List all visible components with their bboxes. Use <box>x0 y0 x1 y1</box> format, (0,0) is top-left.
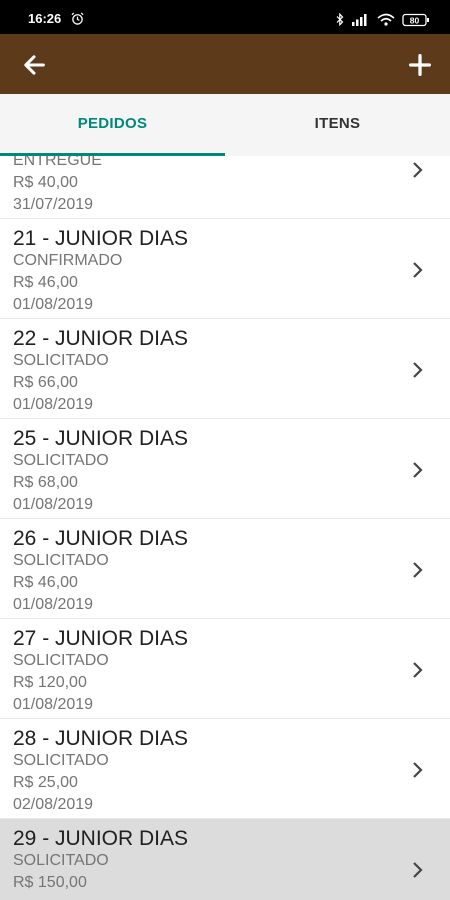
order-date: 01/08/2019 <box>13 496 94 513</box>
order-title: 29 - JUNIOR DIAS <box>13 827 189 850</box>
order-title: 22 - JUNIOR DIAS <box>13 327 189 350</box>
battery-level: 80 <box>410 15 420 25</box>
order-status: SOLICITADO <box>13 652 109 669</box>
alarm-icon <box>71 12 84 25</box>
chevron-right-icon <box>413 262 423 278</box>
chevron-right-icon <box>413 762 423 778</box>
order-status: ENTREGUE <box>13 156 102 169</box>
order-date: 01/08/2019 <box>13 596 94 613</box>
order-value: R$ 25,00 <box>13 774 78 791</box>
order-title: 21 - JUNIOR DIAS <box>13 227 189 250</box>
order-title: 25 - JUNIOR DIAS <box>13 427 189 450</box>
chevron-right-icon <box>413 862 423 878</box>
order-status: SOLICITADO <box>13 452 109 469</box>
order-date: 01/08/2019 <box>13 396 94 413</box>
order-date: 02/08/2019 <box>13 796 94 813</box>
tab-itens[interactable]: ITENS <box>225 94 450 156</box>
bluetooth-icon <box>336 13 343 27</box>
battery-icon: 80 <box>402 13 429 26</box>
tab-pedidos[interactable]: PEDIDOS <box>0 94 225 156</box>
order-status: SOLICITADO <box>13 752 109 769</box>
order-row[interactable]: ENTREGUE R$ 40,00 31/07/2019 <box>0 156 450 219</box>
signal-icon <box>352 14 367 27</box>
order-value: R$ 40,00 <box>13 174 78 191</box>
order-value: R$ 150,00 <box>13 874 87 891</box>
chevron-right-icon <box>413 462 423 478</box>
order-value: R$ 46,00 <box>13 574 78 591</box>
order-value: R$ 120,00 <box>13 674 87 691</box>
order-title: 28 - JUNIOR DIAS <box>13 727 189 750</box>
order-row[interactable]: 26 - JUNIOR DIAS SOLICITADO R$ 46,00 01/… <box>0 519 450 619</box>
chevron-right-icon <box>413 562 423 578</box>
order-date: 01/08/2019 <box>13 296 94 313</box>
order-status: SOLICITADO <box>13 552 109 569</box>
back-arrow-icon[interactable] <box>20 51 48 79</box>
order-value: R$ 46,00 <box>13 274 78 291</box>
app-bar <box>0 34 450 94</box>
tab-bar: PEDIDOS ITENS <box>0 94 450 156</box>
order-title: 27 - JUNIOR DIAS <box>13 627 189 650</box>
order-status: SOLICITADO <box>13 852 109 869</box>
order-date: 31/07/2019 <box>13 196 94 213</box>
order-row[interactable]: 21 - JUNIOR DIAS CONFIRMADO R$ 46,00 01/… <box>0 219 450 319</box>
status-time: 16:26 <box>28 11 62 26</box>
tab-pedidos-label: PEDIDOS <box>77 115 148 132</box>
chevron-right-icon <box>413 362 423 378</box>
order-row[interactable]: 29 - JUNIOR DIAS SOLICITADO R$ 150,00 <box>0 819 450 900</box>
chevron-right-icon <box>413 162 423 178</box>
order-row[interactable]: 28 - JUNIOR DIAS SOLICITADO R$ 25,00 02/… <box>0 719 450 819</box>
order-status: CONFIRMADO <box>13 252 123 269</box>
orders-list[interactable]: ENTREGUE R$ 40,00 31/07/2019 21 - JUNIOR… <box>0 156 450 900</box>
order-status: SOLICITADO <box>13 352 109 369</box>
status-icons: 80 <box>333 11 430 27</box>
tab-itens-label: ITENS <box>314 115 361 132</box>
order-value: R$ 68,00 <box>13 474 78 491</box>
order-date: 01/08/2019 <box>13 696 94 713</box>
order-value: R$ 66,00 <box>13 374 78 391</box>
order-row[interactable]: 27 - JUNIOR DIAS SOLICITADO R$ 120,00 01… <box>0 619 450 719</box>
add-icon[interactable] <box>406 51 434 79</box>
chevron-right-icon <box>413 662 423 678</box>
order-row[interactable]: 25 - JUNIOR DIAS SOLICITADO R$ 68,00 01/… <box>0 419 450 519</box>
order-title: 26 - JUNIOR DIAS <box>13 527 189 550</box>
order-row[interactable]: 22 - JUNIOR DIAS SOLICITADO R$ 66,00 01/… <box>0 319 450 419</box>
wifi-icon <box>377 13 395 26</box>
status-bar: 16:26 80 <box>0 0 450 34</box>
